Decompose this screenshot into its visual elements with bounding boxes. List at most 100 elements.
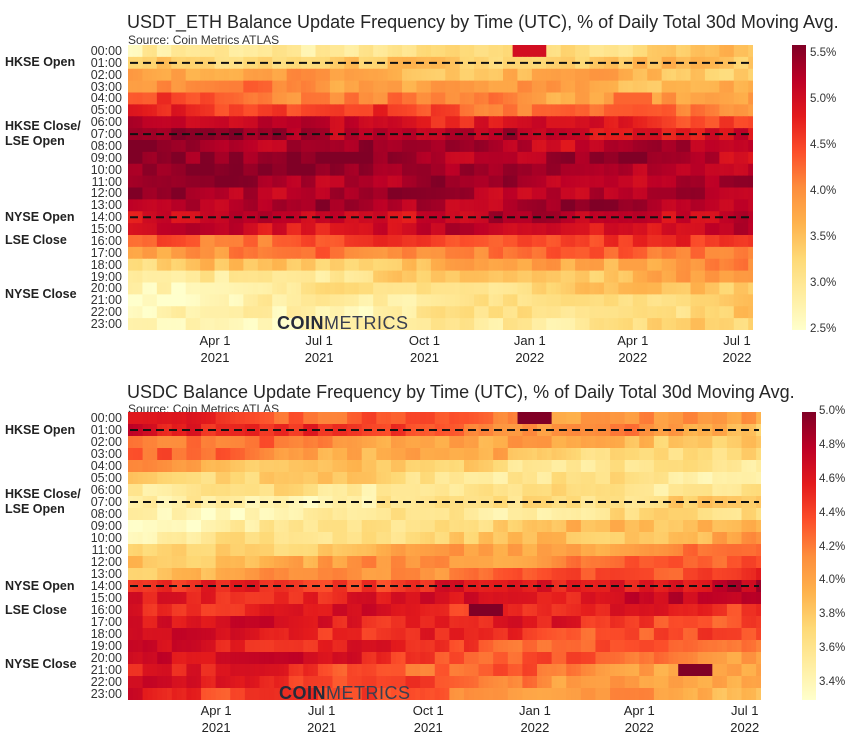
heatmap-cell [262, 104, 269, 117]
heatmap-cell [269, 460, 275, 473]
heatmap-cell [613, 306, 619, 319]
heatmap-cell [132, 92, 139, 105]
heatmap-cell [717, 484, 723, 497]
heatmap-cell [248, 45, 254, 58]
heatmap-cell [176, 92, 182, 105]
heatmap-cell [671, 235, 677, 248]
heatmap-cell [429, 472, 436, 485]
heatmap-cell [205, 436, 212, 449]
heatmap-cell [435, 282, 442, 295]
heatmap-cell [406, 294, 413, 307]
heatmap-cell [378, 92, 384, 105]
heatmap-cell [478, 45, 485, 58]
heatmap-cell [244, 472, 251, 485]
heatmap-cell [435, 199, 442, 212]
heatmap-cell [254, 436, 261, 449]
heatmap-cell [551, 258, 557, 272]
heatmap-cell [387, 140, 394, 153]
heatmap-cell [517, 163, 523, 177]
heatmap-cell [683, 520, 689, 533]
heatmap-cell [329, 151, 336, 165]
heatmap-cell [185, 270, 192, 284]
heatmap-cell [239, 436, 246, 449]
heatmap-cell [512, 80, 519, 94]
heatmap-cell [663, 544, 670, 557]
heatmap-cell [181, 412, 188, 425]
heatmap-cell [209, 45, 216, 58]
heatmap-cell [181, 568, 188, 581]
heatmap-cell [344, 258, 350, 272]
heatmap-cell [358, 223, 365, 236]
heatmap-cell [315, 199, 321, 212]
heatmap-cell [397, 199, 403, 212]
heatmap-cell [678, 460, 684, 473]
heatmap-cell [373, 116, 379, 129]
heatmap-cell [449, 544, 455, 557]
heatmap-cell [618, 116, 624, 129]
heatmap-cell [450, 68, 456, 82]
heatmap-cell [371, 424, 377, 437]
heatmap-cell [281, 104, 288, 117]
heatmap-cell [449, 508, 455, 521]
heatmap-cell [498, 282, 504, 295]
heatmap-cell [743, 68, 749, 82]
heatmap-cell [272, 80, 278, 94]
heatmap-cell [733, 294, 740, 307]
heatmap-cell [254, 424, 261, 437]
heatmap-cell [610, 556, 616, 569]
heatmap-cell [695, 140, 701, 153]
heatmap-cell [190, 318, 196, 330]
heatmap-cell [267, 80, 273, 94]
heatmap-cell [541, 258, 547, 272]
heatmap-cell [171, 92, 177, 105]
heatmap-cell [498, 235, 504, 248]
heatmap-cell [209, 282, 216, 295]
heatmap-cell [488, 258, 494, 272]
heatmap-cell [353, 45, 360, 58]
heatmap-cell [214, 175, 220, 189]
heatmap-cell [376, 568, 382, 581]
heatmap-cell [707, 544, 713, 557]
heatmap-cell [690, 68, 696, 82]
heatmap-cell [483, 104, 490, 117]
heatmap-cell [579, 258, 586, 272]
heatmap-cell [329, 270, 336, 284]
heatmap-cell [474, 151, 480, 165]
heatmap-cell [700, 140, 706, 153]
heatmap-cell [416, 199, 422, 212]
heatmap-cell [353, 282, 360, 295]
heatmap-cell [378, 294, 384, 307]
heatmap-cell [171, 199, 177, 212]
heatmap-cell [450, 235, 456, 248]
heatmap-cell [695, 246, 701, 260]
heatmap-cell [685, 294, 692, 307]
heatmap-cell [619, 532, 626, 545]
heatmap-cell [152, 45, 158, 58]
heatmap-cell [702, 520, 709, 533]
heatmap-cell [714, 163, 720, 177]
heatmap-cell [507, 116, 514, 129]
heatmap-cell [248, 199, 254, 212]
heatmap-cell [201, 556, 207, 569]
heatmap-cell [142, 163, 148, 177]
heatmap-cell [347, 520, 353, 533]
heatmap-cell [233, 116, 240, 129]
heatmap-cell [191, 544, 197, 557]
heatmap-cell [426, 318, 432, 330]
heatmap-cell [579, 294, 586, 307]
heatmap-cell [228, 282, 235, 295]
heatmap-cell [387, 163, 394, 177]
heatmap-cell [676, 246, 682, 260]
heatmap-cell [356, 520, 363, 533]
heatmap-cell [156, 223, 163, 236]
heatmap-cell [551, 294, 557, 307]
heatmap-cell [498, 318, 504, 330]
heatmap-cell [315, 294, 321, 307]
heatmap-cell [426, 258, 432, 272]
heatmap-cell [415, 484, 421, 497]
heatmap-cell [623, 235, 629, 248]
heatmap-cell [277, 175, 283, 189]
heatmap-cell [728, 306, 735, 319]
heatmap-cell [152, 508, 158, 521]
heatmap-cell [493, 187, 499, 200]
